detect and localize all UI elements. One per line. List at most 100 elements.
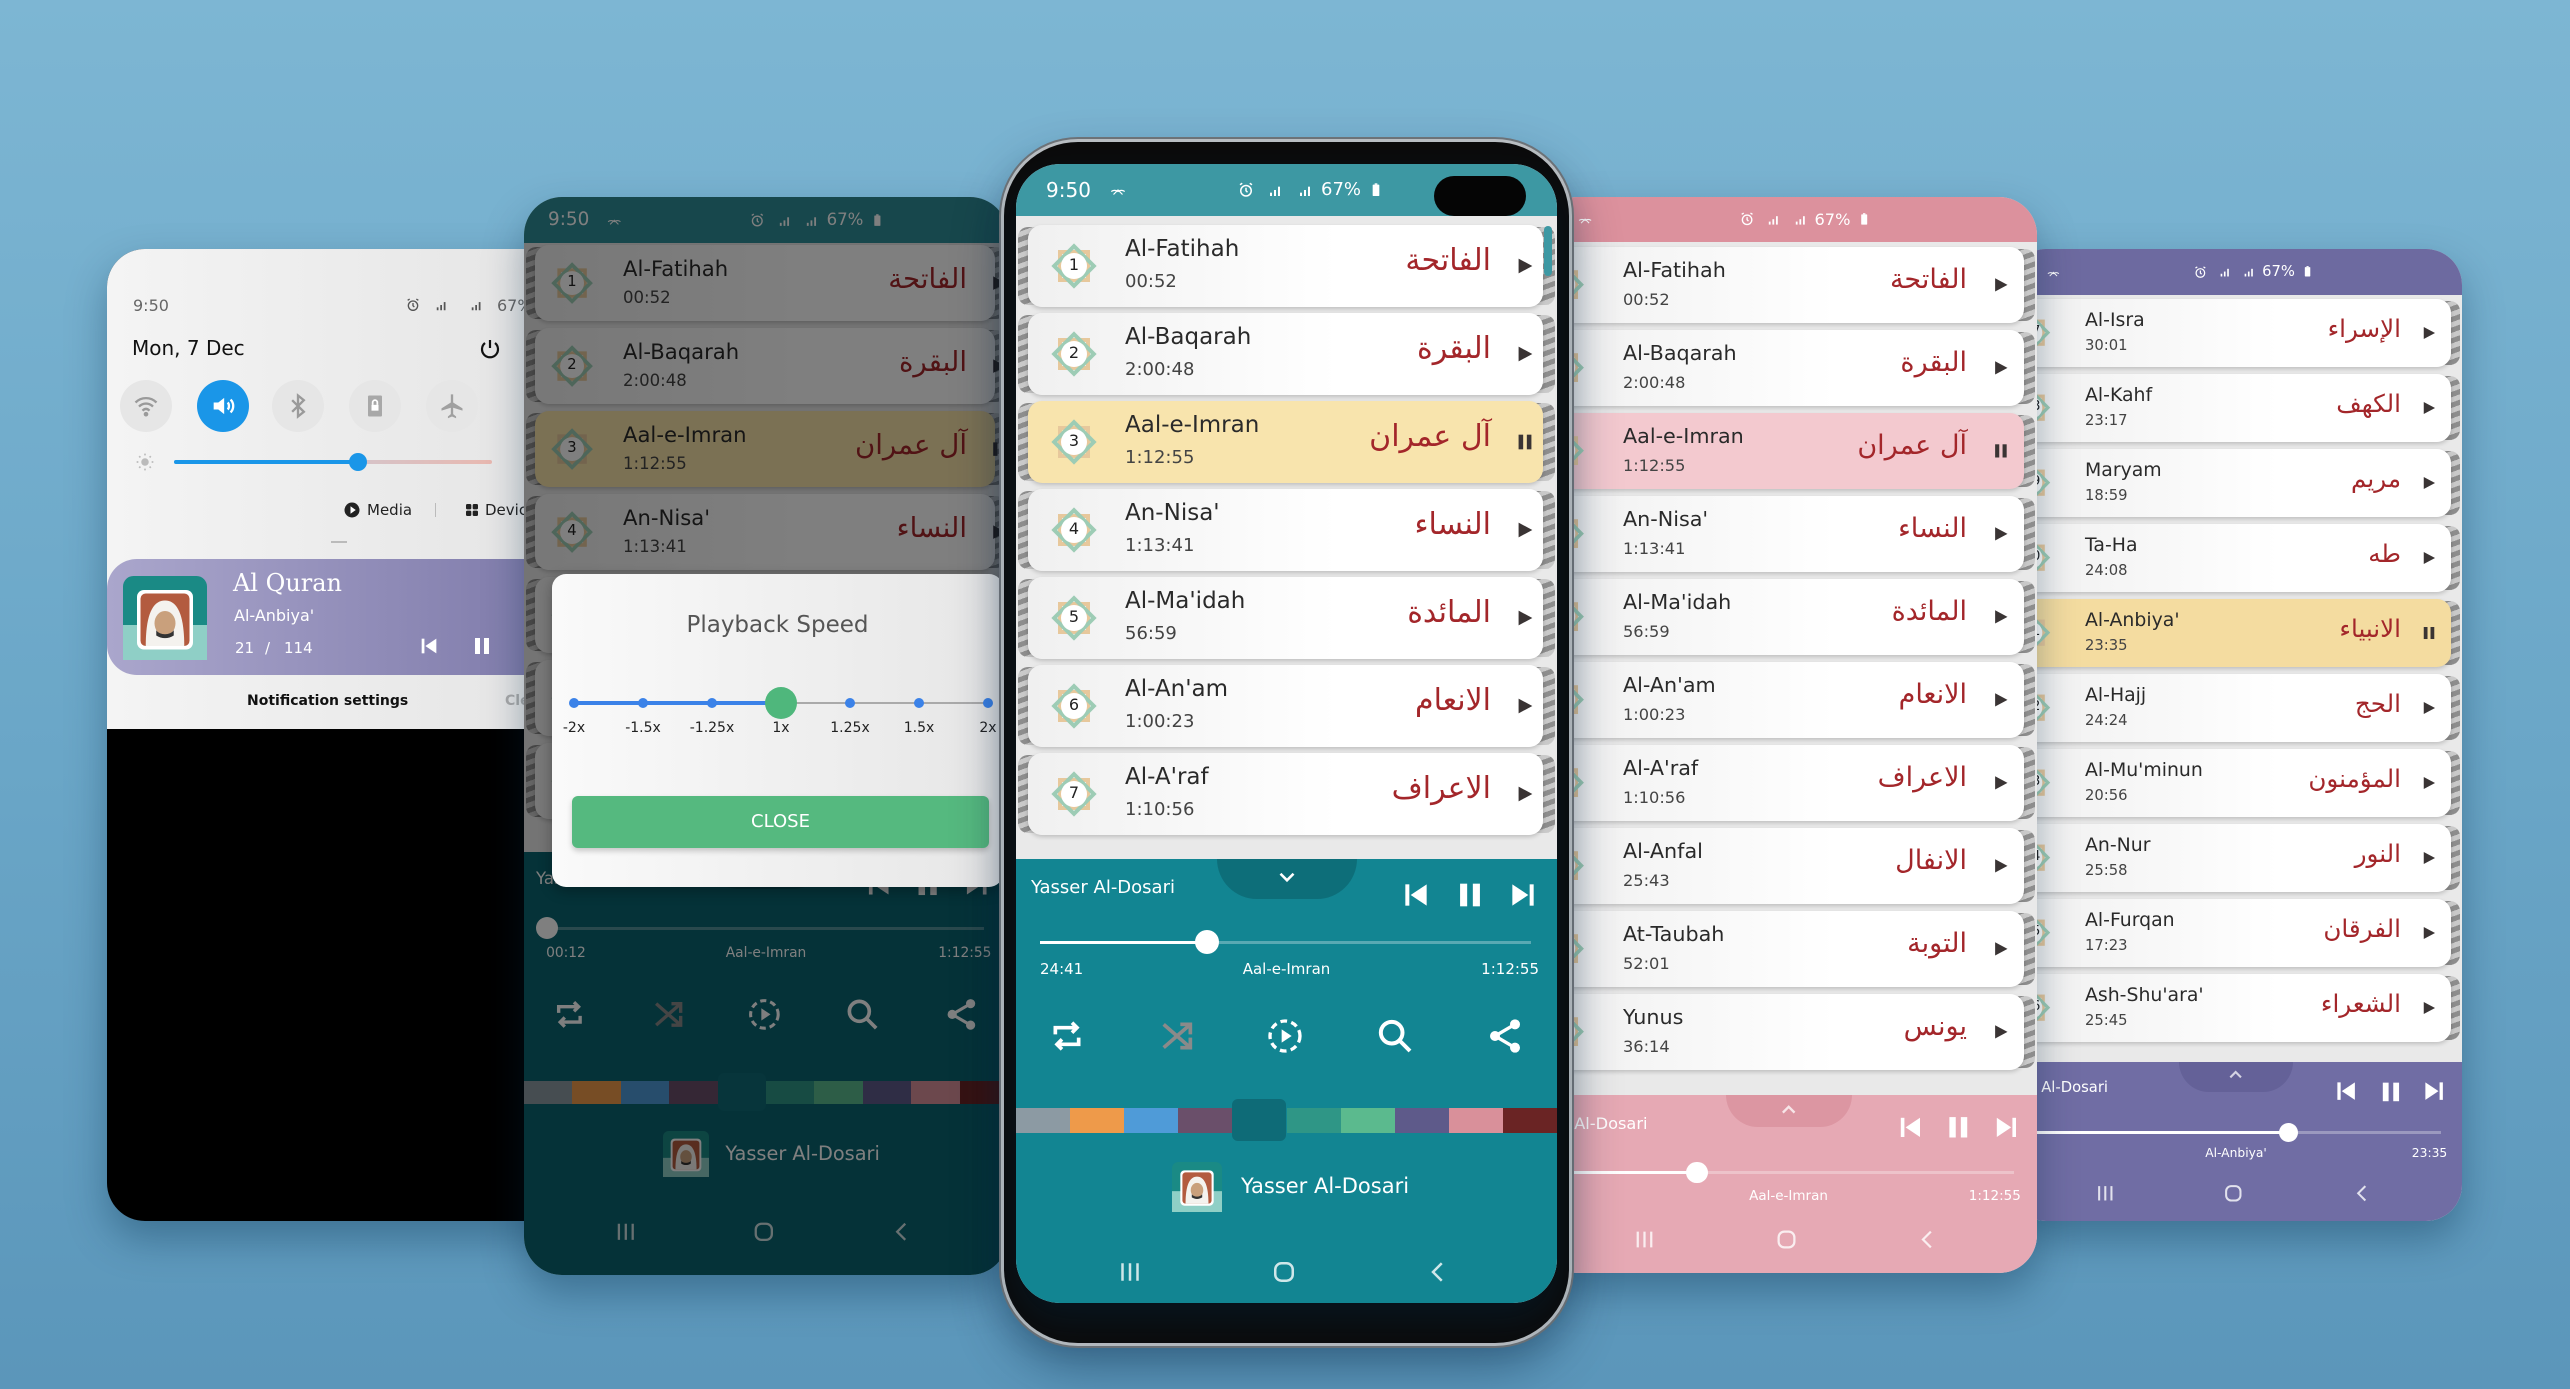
chevron-up-icon[interactable] bbox=[1777, 1098, 1800, 1121]
play-icon[interactable] bbox=[1514, 255, 1536, 277]
pause-icon[interactable] bbox=[1943, 1112, 1974, 1143]
nav-home-icon[interactable] bbox=[1773, 1226, 1800, 1253]
surah-row[interactable]: 23Al-Mu'minun20:56المؤمنون bbox=[2010, 749, 2462, 817]
surah-row[interactable]: 1Al-Fatihah00:52الفاتحة bbox=[1540, 247, 2037, 323]
surah-row[interactable]: 19Maryam18:59مريم bbox=[2010, 449, 2462, 517]
play-icon[interactable] bbox=[2420, 924, 2438, 942]
theme-color-swatch[interactable] bbox=[1178, 1108, 1233, 1133]
theme-color-swatch[interactable] bbox=[1070, 1108, 1125, 1133]
nav-home-icon[interactable] bbox=[1269, 1257, 1299, 1287]
media-output-button[interactable]: Media bbox=[367, 501, 412, 519]
play-icon[interactable] bbox=[2420, 474, 2438, 492]
surah-row[interactable]: 3Aal-e-Imran1:12:55آل عمران bbox=[1016, 401, 1557, 483]
play-icon[interactable] bbox=[1991, 690, 2011, 710]
power-icon[interactable] bbox=[478, 337, 502, 361]
previous-track-icon[interactable] bbox=[1896, 1113, 1925, 1142]
pause-icon[interactable] bbox=[1453, 878, 1487, 912]
devices-button[interactable]: Devic bbox=[485, 501, 527, 519]
theme-color-swatch[interactable] bbox=[1394, 1108, 1449, 1133]
surah-row[interactable]: 20Ta-Ha24:08طه bbox=[2010, 524, 2462, 592]
surah-row[interactable]: 4An-Nisa'1:13:41النساء bbox=[1540, 496, 2037, 572]
nav-recent-apps-icon[interactable] bbox=[2093, 1181, 2118, 1206]
play-icon[interactable] bbox=[2420, 699, 2438, 717]
nav-back-icon[interactable] bbox=[1914, 1226, 1941, 1253]
collapse-handle[interactable] bbox=[1216, 859, 1357, 899]
seek-thumb[interactable] bbox=[1194, 930, 1219, 954]
play-icon[interactable] bbox=[2420, 324, 2438, 342]
seek-thumb[interactable] bbox=[1686, 1161, 1708, 1184]
nav-back-icon[interactable] bbox=[2350, 1181, 2375, 1206]
play-icon[interactable] bbox=[1991, 773, 2011, 793]
quick-tile[interactable] bbox=[349, 380, 401, 432]
notification-settings-button[interactable]: Notification settings bbox=[247, 693, 408, 709]
search-icon[interactable] bbox=[1375, 1016, 1415, 1056]
nav-recent-apps-icon[interactable] bbox=[1631, 1226, 1658, 1253]
surah-row[interactable]: 2 Al-Baqarah 2:00:48 البقرة bbox=[1016, 313, 1557, 395]
surah-row[interactable]: 5Al-Ma'idah56:59المائدة bbox=[1016, 577, 1557, 659]
surah-row[interactable]: 26Ash-Shu'ara'25:45الشعراء bbox=[2010, 974, 2462, 1042]
media-notification-card[interactable]: Al Quran Al-Anbiya' 21 / 114 bbox=[107, 559, 577, 675]
surah-row[interactable]: 4An-Nisa'1:13:41النساء bbox=[1016, 489, 1557, 571]
play-icon[interactable] bbox=[1514, 607, 1536, 629]
surah-row[interactable]: 8Al-Anfal25:43الانفال bbox=[1540, 828, 2037, 904]
surah-row[interactable]: 18Al-Kahf23:17الكهف bbox=[2010, 374, 2462, 442]
nav-home-icon[interactable] bbox=[2221, 1181, 2246, 1206]
surah-row[interactable]: 6Al-An'am1:00:23الانعام bbox=[1540, 662, 2037, 738]
speed-tick[interactable] bbox=[914, 698, 924, 708]
previous-track-icon[interactable] bbox=[1400, 879, 1432, 911]
speed-option-label[interactable]: -1.5x bbox=[613, 720, 673, 736]
share-icon[interactable] bbox=[1485, 1016, 1525, 1056]
speed-option-label[interactable]: 1.5x bbox=[889, 720, 949, 736]
play-icon[interactable] bbox=[1991, 939, 2011, 959]
surah-row[interactable]: 10Yunus36:14يونس bbox=[1540, 994, 2037, 1070]
play-icon[interactable] bbox=[2420, 774, 2438, 792]
surah-row[interactable]: 6Al-An'am1:00:23الانعام bbox=[1016, 665, 1557, 747]
surah-row[interactable]: 22Al-Hajj24:24الحج bbox=[2010, 674, 2462, 742]
quick-tile[interactable] bbox=[426, 380, 478, 432]
seek-thumb[interactable] bbox=[2278, 1122, 2299, 1143]
surah-row[interactable]: 21Al-Anbiya'23:35الانبياء bbox=[2010, 599, 2462, 667]
brightness-thumb[interactable] bbox=[349, 453, 368, 471]
shuffle-icon[interactable] bbox=[1157, 1016, 1197, 1056]
speed-tick[interactable] bbox=[845, 698, 855, 708]
previous-track-icon[interactable] bbox=[418, 635, 440, 657]
seek-bar[interactable] bbox=[1040, 930, 1531, 954]
speed-option-label[interactable]: -1.25x bbox=[682, 720, 742, 736]
theme-color-swatch[interactable] bbox=[1016, 1108, 1071, 1133]
play-icon[interactable] bbox=[1514, 783, 1536, 805]
theme-color-swatch[interactable] bbox=[1124, 1108, 1179, 1133]
speed-tick[interactable] bbox=[983, 698, 993, 708]
playback-speed-icon[interactable] bbox=[1265, 1016, 1305, 1056]
nav-back-icon[interactable] bbox=[1423, 1257, 1453, 1287]
surah-row[interactable]: 9At-Taubah52:01التوبة bbox=[1540, 911, 2037, 987]
theme-color-swatch[interactable] bbox=[1448, 1108, 1503, 1133]
pause-icon[interactable] bbox=[2377, 1078, 2405, 1106]
quick-tile[interactable] bbox=[120, 380, 172, 432]
play-icon[interactable] bbox=[1514, 695, 1536, 717]
play-icon[interactable] bbox=[2420, 399, 2438, 417]
pause-icon[interactable] bbox=[1514, 431, 1536, 453]
speed-tick[interactable] bbox=[569, 698, 579, 708]
surah-row[interactable]: 5Al-Ma'idah56:59المائدة bbox=[1540, 579, 2037, 655]
play-icon[interactable] bbox=[2420, 849, 2438, 867]
pause-icon[interactable] bbox=[1991, 441, 2011, 461]
pause-icon[interactable] bbox=[470, 634, 494, 658]
theme-color-swatch[interactable] bbox=[1286, 1108, 1341, 1133]
play-icon[interactable] bbox=[1991, 856, 2011, 876]
speed-option-label[interactable]: -2x bbox=[544, 720, 604, 736]
close-button[interactable]: CLOSE bbox=[572, 796, 989, 848]
speed-option-label[interactable]: 1x bbox=[751, 720, 811, 736]
play-icon[interactable] bbox=[1991, 358, 2011, 378]
surah-row[interactable]: 7Al-A'raf1:10:56الاعراف bbox=[1540, 745, 2037, 821]
nav-recent-apps-icon[interactable] bbox=[1115, 1257, 1145, 1287]
devices-icon[interactable] bbox=[464, 502, 480, 518]
surah-row[interactable]: 3Aal-e-Imran1:12:55آل عمران bbox=[1540, 413, 2037, 489]
quick-tile[interactable] bbox=[197, 380, 249, 432]
speed-tick[interactable] bbox=[707, 698, 717, 708]
expand-handle[interactable] bbox=[2178, 1062, 2294, 1092]
media-icon[interactable] bbox=[343, 501, 361, 519]
play-icon[interactable] bbox=[1514, 519, 1536, 541]
brightness-slider[interactable] bbox=[174, 453, 492, 471]
surah-row[interactable]: 17Al-Isra30:01الإسراء bbox=[2010, 299, 2462, 367]
play-icon[interactable] bbox=[1991, 524, 2011, 544]
